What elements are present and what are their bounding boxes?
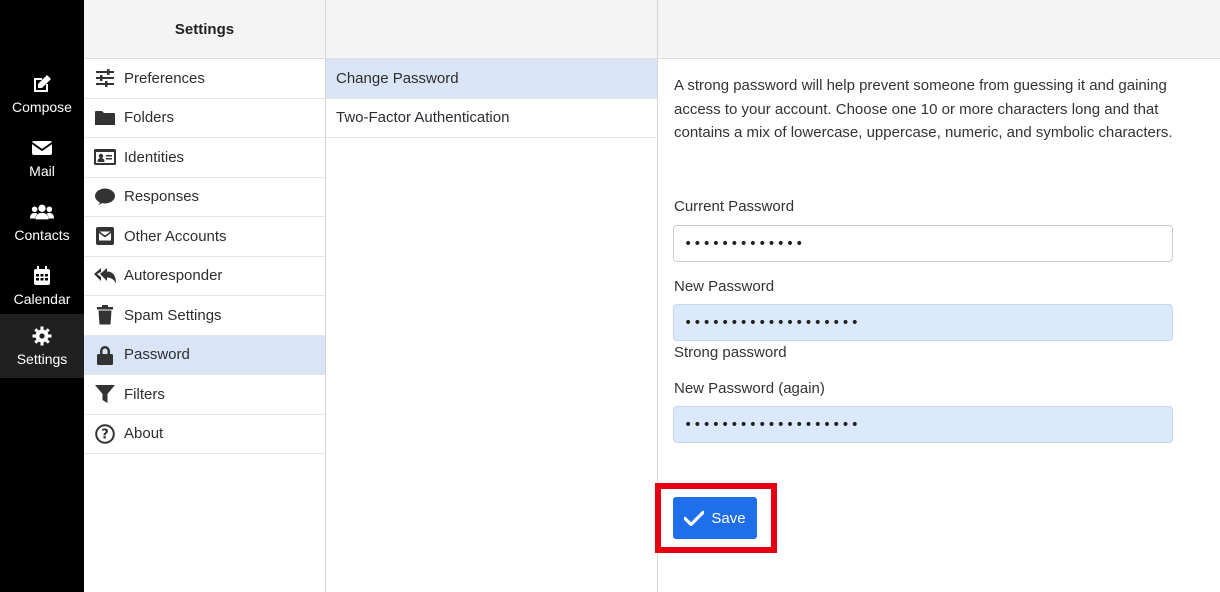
current-password-input[interactable] <box>673 225 1173 262</box>
settings-item-label: Filters <box>124 385 165 403</box>
settings-item-label: Other Accounts <box>124 227 227 245</box>
save-button[interactable]: Save <box>673 497 757 539</box>
settings-item-about[interactable]: ? About <box>84 415 325 454</box>
reply-all-icon <box>93 264 117 288</box>
check-icon <box>684 510 705 526</box>
comment-icon <box>93 185 117 209</box>
nav-mail-label: Mail <box>29 163 55 179</box>
id-card-icon <box>93 145 117 169</box>
settings-item-label: Spam Settings <box>124 306 222 324</box>
settings-item-filters[interactable]: Filters <box>84 375 325 415</box>
calendar-icon <box>30 264 54 288</box>
trash-icon <box>93 303 117 327</box>
filter-icon <box>93 382 117 406</box>
settings-list-panel: Settings Preferences Folders Identities … <box>84 0 326 592</box>
compose-icon <box>30 72 54 96</box>
current-password-label: Current Password <box>674 198 795 215</box>
settings-item-responses[interactable]: Responses <box>84 178 325 217</box>
settings-item-other-accounts[interactable]: Other Accounts <box>84 217 325 257</box>
nav-contacts-label: Contacts <box>14 227 70 243</box>
settings-item-label: Preferences <box>124 69 205 87</box>
settings-item-label: Autoresponder <box>124 267 223 285</box>
app-nav: Compose Mail Contacts Calendar Settings <box>0 0 84 592</box>
password-strength: Strong password <box>674 344 787 361</box>
settings-item-spam-settings[interactable]: Spam Settings <box>84 296 325 336</box>
new-password-again-input[interactable] <box>673 406 1173 443</box>
settings-item-folders[interactable]: Folders <box>84 99 325 138</box>
settings-item-label: Folders <box>124 109 175 127</box>
settings-item-preferences[interactable]: Preferences <box>84 59 325 99</box>
form-header <box>658 0 1220 59</box>
sliders-icon <box>93 66 117 90</box>
lock-icon <box>93 343 117 367</box>
envelope-square-icon <box>93 224 117 248</box>
change-password-item[interactable]: Change Password <box>326 59 657 99</box>
question-circle-icon: ? <box>93 422 117 446</box>
nav-compose-label: Compose <box>12 99 72 115</box>
nav-contacts[interactable]: Contacts <box>0 190 84 254</box>
new-password-again-label: New Password (again) <box>674 380 825 397</box>
nav-settings-label: Settings <box>16 351 68 367</box>
mail-icon <box>30 136 54 160</box>
svg-text:?: ? <box>101 427 109 442</box>
password-description: A strong password will help prevent some… <box>674 77 1173 141</box>
gear-icon <box>30 324 54 348</box>
folder-icon <box>93 106 117 130</box>
users-icon <box>30 200 54 224</box>
nav-calendar-label: Calendar <box>13 291 71 307</box>
two-factor-item[interactable]: Two-Factor Authentication <box>326 99 657 138</box>
nav-compose[interactable]: Compose <box>0 62 84 126</box>
nav-calendar[interactable]: Calendar <box>0 254 84 318</box>
settings-item-identities[interactable]: Identities <box>84 138 325 178</box>
new-password-label: New Password <box>674 278 775 295</box>
settings-item-password[interactable]: Password <box>84 335 325 375</box>
settings-item-label: About <box>124 425 164 443</box>
save-button-label: Save <box>711 509 746 527</box>
settings-item-autoresponder[interactable]: Autoresponder <box>84 257 325 296</box>
settings-item-label: Responses <box>124 188 200 206</box>
settings-title: Settings <box>84 0 325 59</box>
nav-settings[interactable]: Settings <box>0 314 84 378</box>
new-password-input[interactable] <box>673 304 1173 341</box>
password-menu-panel: Change Password Two-Factor Authenticatio… <box>326 0 658 592</box>
settings-item-label: Password <box>124 346 190 364</box>
password-menu-header <box>326 0 657 59</box>
nav-mail[interactable]: Mail <box>0 126 84 190</box>
settings-item-label: Identities <box>124 148 185 166</box>
